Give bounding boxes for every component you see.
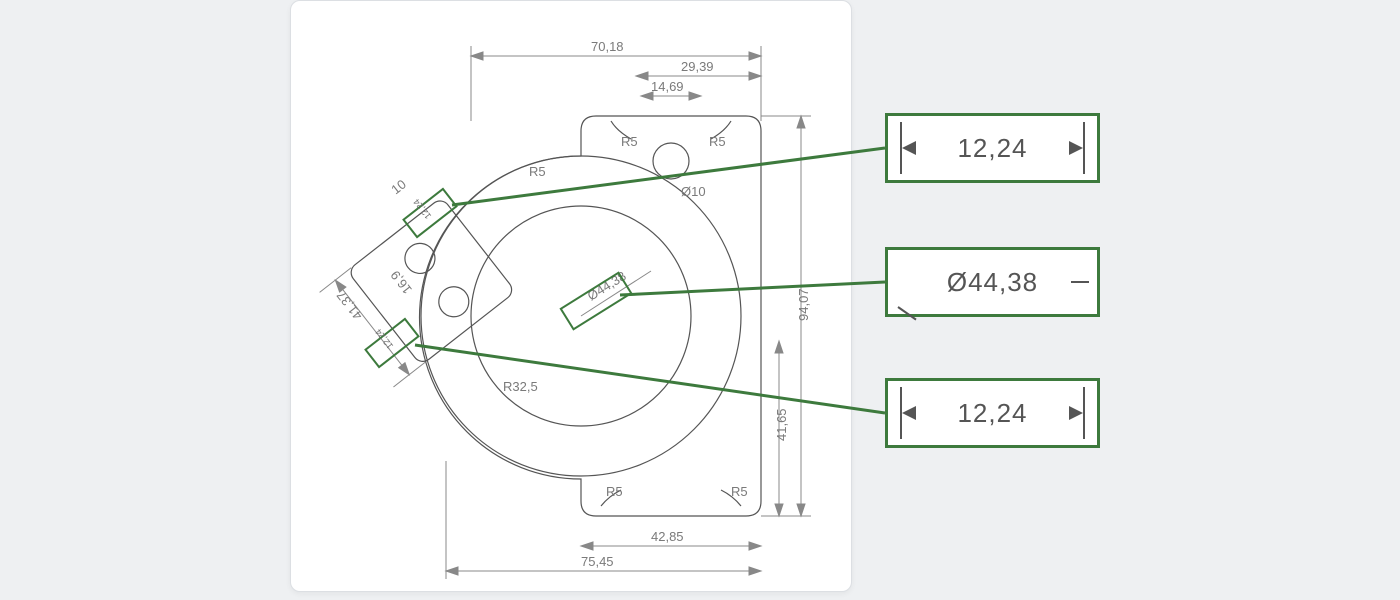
dim-top-sub: 29,39 <box>681 59 714 74</box>
callout-1224-upper: 12,24 <box>885 113 1100 183</box>
callout-dia-4438: Ø44,38 <box>885 247 1100 317</box>
side-hole-upper <box>399 237 441 279</box>
dim-bottom-overall: 75,45 <box>581 554 614 569</box>
callout-text: 12,24 <box>957 133 1027 164</box>
side-hole-lower <box>433 281 475 323</box>
dim-top-overall: 70,18 <box>591 39 624 54</box>
drawing-card: 70,18 29,39 14,69 94,07 41,65 42,85 75,4… <box>290 0 852 592</box>
dim-top-inner: 14,69 <box>651 79 684 94</box>
dim-angled-outer: 41,37 <box>334 288 366 323</box>
dim-right-lower: 41,65 <box>774 408 789 441</box>
dim-r5-e: R5 <box>731 484 748 499</box>
dim-r5-c: R5 <box>529 164 546 179</box>
dim-offset-10: 10 <box>388 177 409 198</box>
dim-right-overall: 94,07 <box>796 288 811 321</box>
callout-text: Ø44,38 <box>947 267 1038 298</box>
dim-angled-mid: 16,9 <box>388 268 415 297</box>
dim-r5-a: R5 <box>621 134 638 149</box>
dim-bottom-inner: 42,85 <box>651 529 684 544</box>
dim-r-inner: R32,5 <box>503 379 538 394</box>
engineering-drawing: 70,18 29,39 14,69 94,07 41,65 42,85 75,4… <box>291 1 851 591</box>
dim-r5-b: R5 <box>709 134 726 149</box>
top-hole <box>653 143 689 179</box>
dim-dia-small: Ø10 <box>681 184 706 199</box>
callout-text: 12,24 <box>957 398 1027 429</box>
stage: 70,18 29,39 14,69 94,07 41,65 42,85 75,4… <box>0 0 1400 600</box>
callout-1224-lower: 12,24 <box>885 378 1100 448</box>
dim-r5-d: R5 <box>606 484 623 499</box>
